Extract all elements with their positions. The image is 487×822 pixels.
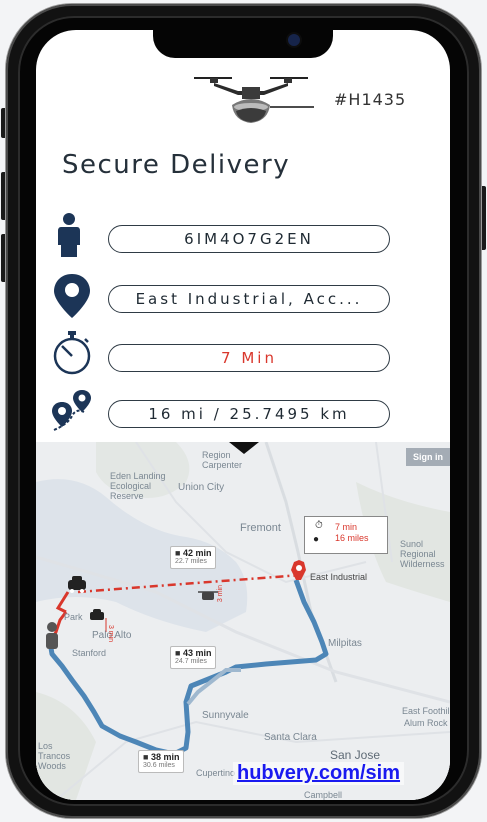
distance-field[interactable]: 16 mi / 25.7495 km — [108, 400, 390, 428]
drone-icon — [194, 77, 314, 123]
map-canvas — [36, 442, 450, 800]
address-field[interactable]: East Industrial, Acc... — [108, 285, 390, 313]
map-label-sunol: Sunol Regional Wilderness — [400, 539, 445, 569]
stopwatch-icon — [53, 331, 91, 375]
person-icon — [58, 213, 80, 257]
down-triangle-icon[interactable] — [229, 442, 259, 454]
route-2-distance: 24.7 miles — [175, 658, 207, 666]
sign-in-button[interactable]: Sign in — [406, 448, 450, 466]
route-pins-small-icon: ● — [313, 534, 320, 545]
page-title: Secure Delivery — [62, 150, 291, 180]
device-frame: #H1435 Secure Delivery 6IM4O7G2EN East I… — [0, 0, 487, 822]
stopwatch-small-icon: ⏱ — [315, 520, 323, 531]
map-label-union-city: Union City — [178, 482, 225, 493]
map-label-park: Park — [64, 612, 83, 622]
notch — [153, 30, 333, 58]
eta-callout[interactable]: ⏱ 7 min ● 16 miles — [304, 516, 388, 554]
map-label-cupertino: Cupertino — [196, 768, 236, 778]
drone-id-tag: #H1435 — [334, 90, 407, 109]
route-1-distance: 22.7 miles — [175, 558, 207, 566]
map-label-east-industrial: East Industrial — [310, 572, 368, 582]
route-3-time: 38 min — [150, 752, 180, 762]
map-label-eden-landing: Eden Landing Ecological Reserve — [110, 471, 166, 501]
app-screen: #H1435 Secure Delivery 6IM4O7G2EN East I… — [36, 30, 450, 800]
route-option-2[interactable]: ■ 43 min 24.7 miles — [170, 646, 217, 669]
map-label-east-foothills: East Foothills — [402, 706, 450, 716]
hubvery-link[interactable]: hubvery.com/sim — [233, 762, 405, 785]
route-pins-icon — [52, 390, 91, 431]
route-1-time: 42 min — [182, 548, 212, 558]
camera-icon — [286, 32, 302, 48]
route-2-time: 43 min — [182, 648, 212, 658]
location-pin-icon — [54, 274, 90, 318]
map-label-sunnyvale: Sunnyvale — [202, 710, 249, 721]
car-route-label: 3 min — [107, 624, 115, 643]
route-option-3[interactable]: ■ 38 min 30.6 miles — [138, 750, 185, 773]
map-label-los-trancos: Los Trancos Woods — [38, 741, 71, 771]
route-map[interactable]: Sign in Region Carpenter Eden Landing Ec… — [36, 442, 450, 800]
map-label-fremont: Fremont — [240, 522, 281, 534]
route-option-1[interactable]: ■ 42 min 22.7 miles — [170, 546, 217, 569]
route-3-distance: 30.6 miles — [143, 762, 175, 770]
map-label-region: Region — [202, 450, 231, 460]
callout-distance: 16 miles — [335, 533, 369, 543]
user-id-field[interactable]: 6IM4O7G2EN — [108, 225, 390, 253]
time-field[interactable]: 7 Min — [108, 344, 390, 372]
car-icon: ■ — [175, 548, 183, 558]
map-label-milpitas: Milpitas — [328, 638, 362, 649]
map-label-stanford: Stanford — [72, 648, 107, 658]
car-icon: ■ — [143, 752, 151, 762]
callout-time: 7 min — [335, 522, 358, 532]
drone-route-label: 3 min — [217, 584, 225, 603]
map-label-san-jose: San Jose — [330, 748, 381, 762]
map-label-santa-clara: Santa Clara — [264, 732, 317, 743]
map-label-alum-rock: Alum Rock — [404, 718, 448, 728]
car-icon: ■ — [175, 648, 183, 658]
map-label-carpenter: Carpenter — [202, 460, 243, 470]
map-label-campbell: Campbell — [304, 790, 343, 800]
